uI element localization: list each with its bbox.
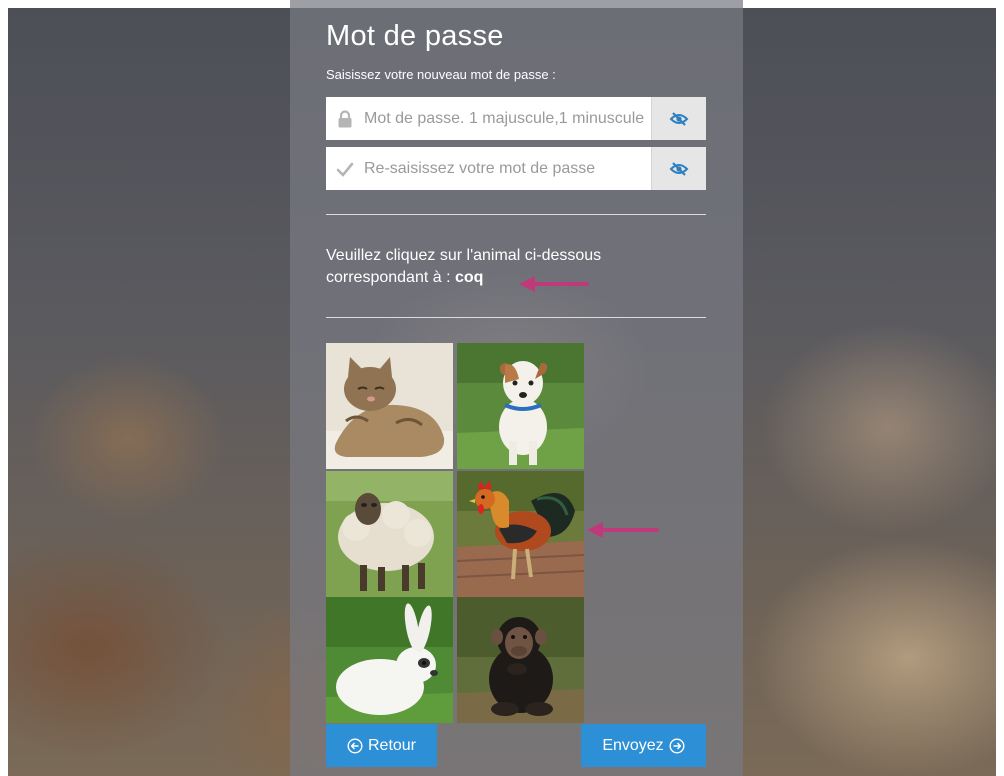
captcha-instruction: Veuillez cliquez sur l'animal ci-dessous… xyxy=(326,245,706,289)
check-icon xyxy=(326,161,364,177)
eye-slash-icon[interactable] xyxy=(651,97,706,140)
annotation-arrow xyxy=(519,276,589,292)
captcha-image-grid xyxy=(326,343,584,724)
captcha-tile-chimpanzee[interactable] xyxy=(457,597,584,723)
divider xyxy=(326,317,706,318)
dog-image xyxy=(457,343,584,469)
arrow-left-circle-icon xyxy=(347,737,363,754)
captcha-tile-sheep[interactable] xyxy=(326,471,453,597)
submit-button[interactable]: Envoyez xyxy=(581,724,706,767)
page-subtitle: Saisissez votre nouveau mot de passe : xyxy=(326,67,556,82)
sheep-image xyxy=(326,471,453,597)
arrow-right-circle-icon xyxy=(669,737,685,754)
rooster-image xyxy=(457,471,584,597)
back-button-label: Retour xyxy=(367,736,417,754)
confirm-password-input[interactable] xyxy=(364,148,651,189)
captcha-tile-rabbit[interactable] xyxy=(326,597,453,723)
chimpanzee-image xyxy=(457,597,584,723)
page-title: Mot de passe xyxy=(326,20,504,52)
submit-button-label: Envoyez xyxy=(602,736,664,754)
password-field xyxy=(326,97,706,140)
divider xyxy=(326,214,706,215)
captcha-target-animal: coq xyxy=(454,269,484,286)
back-button[interactable]: Retour xyxy=(326,724,437,767)
confirm-password-field xyxy=(326,147,706,190)
captcha-tile-rooster[interactable] xyxy=(457,471,584,597)
captcha-tile-cat[interactable] xyxy=(326,343,453,469)
cat-image xyxy=(326,343,453,469)
captcha-tile-dog[interactable] xyxy=(457,343,584,469)
eye-slash-icon[interactable] xyxy=(651,147,706,190)
lock-icon xyxy=(326,109,364,128)
annotation-arrow xyxy=(587,522,659,538)
rabbit-image xyxy=(326,597,453,723)
password-input[interactable] xyxy=(364,98,651,139)
